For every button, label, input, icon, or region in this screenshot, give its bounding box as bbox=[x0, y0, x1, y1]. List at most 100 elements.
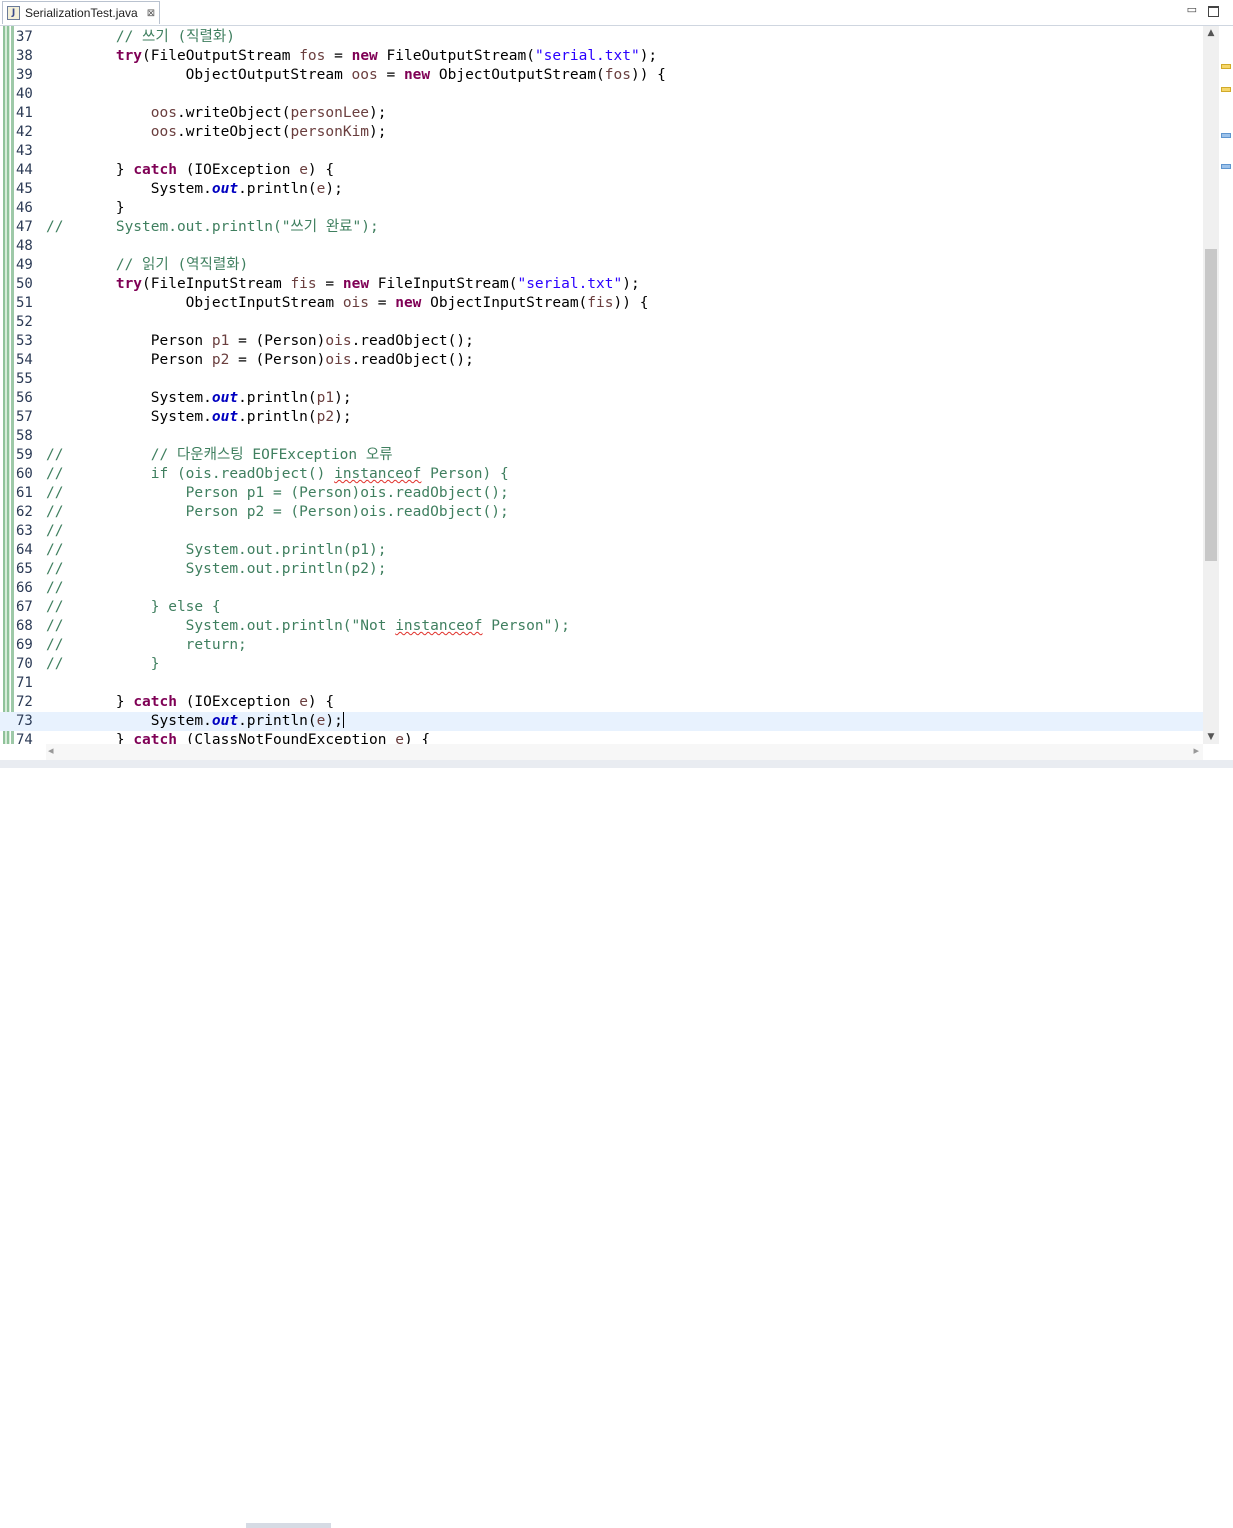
code-line[interactable]: 41 oos.writeObject(personLee); bbox=[0, 104, 1203, 123]
line-code[interactable]: // bbox=[46, 579, 63, 598]
code-line[interactable]: 51 ObjectInputStream ois = new ObjectInp… bbox=[0, 294, 1203, 313]
code-line[interactable]: 64 // System.out.println(p1); bbox=[0, 541, 1203, 560]
code-line[interactable]: 58 bbox=[0, 427, 1203, 446]
line-code[interactable]: // } bbox=[46, 655, 160, 674]
code-line[interactable]: 44 } catch (IOException e) { bbox=[0, 161, 1203, 180]
line-number: 59 bbox=[16, 447, 33, 463]
code-line[interactable]: 43 bbox=[0, 142, 1203, 161]
vertical-scroll-thumb[interactable] bbox=[1205, 249, 1217, 561]
line-number: 55 bbox=[16, 371, 33, 387]
line-code[interactable]: // Person p1 = (Person)ois.readObject(); bbox=[46, 484, 509, 503]
line-code[interactable]: } bbox=[46, 199, 125, 218]
line-number: 74 bbox=[16, 732, 33, 744]
scroll-left-icon[interactable]: ◂ bbox=[48, 744, 54, 757]
code-line[interactable]: 69 // return; bbox=[0, 636, 1203, 655]
line-code[interactable]: Person p1 = (Person)ois.readObject(); bbox=[46, 332, 474, 351]
line-code[interactable]: oos.writeObject(personLee); bbox=[46, 104, 387, 123]
close-icon[interactable]: ⊠ bbox=[147, 8, 155, 19]
code-line[interactable]: 56 System.out.println(p1); bbox=[0, 389, 1203, 408]
code-line[interactable]: 40 bbox=[0, 85, 1203, 104]
tab-serialization-test[interactable]: J SerializationTest.java ⊠ bbox=[2, 1, 160, 24]
minimize-icon[interactable]: ▭ bbox=[1187, 3, 1197, 16]
line-code[interactable]: // System.out.println(p2); bbox=[46, 560, 386, 579]
editor-tab-bar: J SerializationTest.java ⊠ ▭ bbox=[0, 0, 1233, 26]
line-code[interactable]: // } else { bbox=[46, 598, 221, 617]
line-code[interactable]: ObjectInputStream ois = new ObjectInputS… bbox=[46, 294, 649, 313]
line-number: 44 bbox=[16, 162, 33, 178]
line-number: 52 bbox=[16, 314, 33, 330]
line-code[interactable]: ObjectOutputStream oos = new ObjectOutpu… bbox=[46, 66, 666, 85]
maximize-icon[interactable] bbox=[1208, 6, 1219, 17]
code-line[interactable]: 45 System.out.println(e); bbox=[0, 180, 1203, 199]
code-line[interactable]: 60 // if (ois.readObject() instanceof Per… bbox=[0, 465, 1203, 484]
line-code[interactable]: // Person p2 = (Person)ois.readObject(); bbox=[46, 503, 509, 522]
code-line[interactable]: 71 bbox=[0, 674, 1203, 693]
overview-marker[interactable] bbox=[1221, 64, 1231, 69]
line-number: 72 bbox=[16, 694, 33, 710]
code-editor[interactable]: 37 // 쓰기 (직렬화) 38 try(FileOutputStream fo… bbox=[0, 26, 1203, 744]
scroll-up-icon[interactable]: ▲ bbox=[1203, 28, 1219, 38]
line-code[interactable]: try(FileInputStream fis = new FileInputS… bbox=[46, 275, 640, 294]
code-line[interactable]: 38 try(FileOutputStream fos = new FileOu… bbox=[0, 47, 1203, 66]
line-code[interactable]: // return; bbox=[46, 636, 247, 655]
line-number: 65 bbox=[16, 561, 33, 577]
code-line[interactable]: 74 } catch (ClassNotFoundException e) { bbox=[0, 731, 1203, 744]
overview-ruler[interactable] bbox=[1219, 26, 1233, 744]
code-line[interactable]: 61 // Person p1 = (Person)ois.readObject(… bbox=[0, 484, 1203, 503]
code-line[interactable]: 57 System.out.println(p2); bbox=[0, 408, 1203, 427]
code-line[interactable]: 39 ObjectOutputStream oos = new ObjectOu… bbox=[0, 66, 1203, 85]
line-code[interactable]: // bbox=[46, 522, 63, 541]
line-code[interactable]: System.out.println(p1); bbox=[46, 389, 352, 408]
line-code[interactable]: // if (ois.readObject() instanceof Perso… bbox=[46, 465, 509, 484]
line-code[interactable]: // // 다운캐스팅 EOFException 오류 bbox=[46, 446, 393, 465]
code-line[interactable]: 70 // } bbox=[0, 655, 1203, 674]
line-number: 57 bbox=[16, 409, 33, 425]
line-code[interactable]: System.out.println(e); bbox=[46, 712, 344, 731]
code-line[interactable]: 54 Person p2 = (Person)ois.readObject(); bbox=[0, 351, 1203, 370]
code-line[interactable]: 50 try(FileInputStream fis = new FileInp… bbox=[0, 275, 1203, 294]
scroll-down-icon[interactable]: ▼ bbox=[1203, 732, 1219, 742]
code-line[interactable]: 46 } bbox=[0, 199, 1203, 218]
line-number: 71 bbox=[16, 675, 33, 691]
code-line[interactable]: 37 // 쓰기 (직렬화) bbox=[0, 28, 1203, 47]
vertical-scrollbar[interactable]: ▲ ▼ bbox=[1203, 26, 1219, 744]
code-line[interactable]: 68 // System.out.println("Not instanceof … bbox=[0, 617, 1203, 636]
code-line[interactable]: 65 // System.out.println(p2); bbox=[0, 560, 1203, 579]
code-line[interactable]: 47 // System.out.println("쓰기 완료"); bbox=[0, 218, 1203, 237]
line-code[interactable]: // System.out.println("쓰기 완료"); bbox=[46, 218, 379, 237]
line-code[interactable]: Person p2 = (Person)ois.readObject(); bbox=[46, 351, 474, 370]
code-line[interactable]: 67 // } else { bbox=[0, 598, 1203, 617]
code-line[interactable]: 48 bbox=[0, 237, 1203, 256]
line-code[interactable]: // 읽기 (역직렬화) bbox=[46, 256, 248, 275]
line-code[interactable]: } catch (IOException e) { bbox=[46, 161, 334, 180]
code-line[interactable]: 72 } catch (IOException e) { bbox=[0, 693, 1203, 712]
line-code[interactable]: System.out.println(p2); bbox=[46, 408, 352, 427]
line-code[interactable]: oos.writeObject(personKim); bbox=[46, 123, 387, 142]
line-number: 60 bbox=[16, 466, 33, 482]
line-code[interactable]: System.out.println(e); bbox=[46, 180, 343, 199]
line-code[interactable]: // System.out.println("Not instanceof Pe… bbox=[46, 617, 570, 636]
code-line[interactable]: 62 // Person p2 = (Person)ois.readObject(… bbox=[0, 503, 1203, 522]
overview-marker[interactable] bbox=[1221, 87, 1231, 92]
line-number: 41 bbox=[16, 105, 33, 121]
code-line[interactable]: 53 Person p1 = (Person)ois.readObject(); bbox=[0, 332, 1203, 351]
line-code[interactable]: } catch (IOException e) { bbox=[46, 693, 334, 712]
line-code[interactable]: } catch (ClassNotFoundException e) { bbox=[46, 731, 430, 744]
code-line[interactable]: 63 // bbox=[0, 522, 1203, 541]
line-number: 63 bbox=[16, 523, 33, 539]
scroll-right-icon[interactable]: ▸ bbox=[1193, 744, 1199, 757]
line-code[interactable]: // System.out.println(p1); bbox=[46, 541, 386, 560]
overview-marker[interactable] bbox=[1221, 164, 1231, 169]
code-line[interactable]: 42 oos.writeObject(personKim); bbox=[0, 123, 1203, 142]
code-line[interactable]: 49 // 읽기 (역직렬화) bbox=[0, 256, 1203, 275]
code-line[interactable]: 66 // bbox=[0, 579, 1203, 598]
code-line[interactable]: 59 // // 다운캐스팅 EOFException 오류 bbox=[0, 446, 1203, 465]
code-line[interactable]: 73 System.out.println(e); bbox=[0, 712, 1203, 731]
line-code[interactable]: // 쓰기 (직렬화) bbox=[46, 28, 235, 47]
line-code[interactable]: try(FileOutputStream fos = new FileOutpu… bbox=[46, 47, 657, 66]
overview-marker[interactable] bbox=[1221, 133, 1231, 138]
code-line[interactable]: 55 bbox=[0, 370, 1203, 389]
horizontal-scrollbar[interactable]: ◂ ▸ bbox=[46, 744, 1203, 760]
bottom-panel-tab[interactable] bbox=[246, 1523, 331, 1528]
code-line[interactable]: 52 bbox=[0, 313, 1203, 332]
